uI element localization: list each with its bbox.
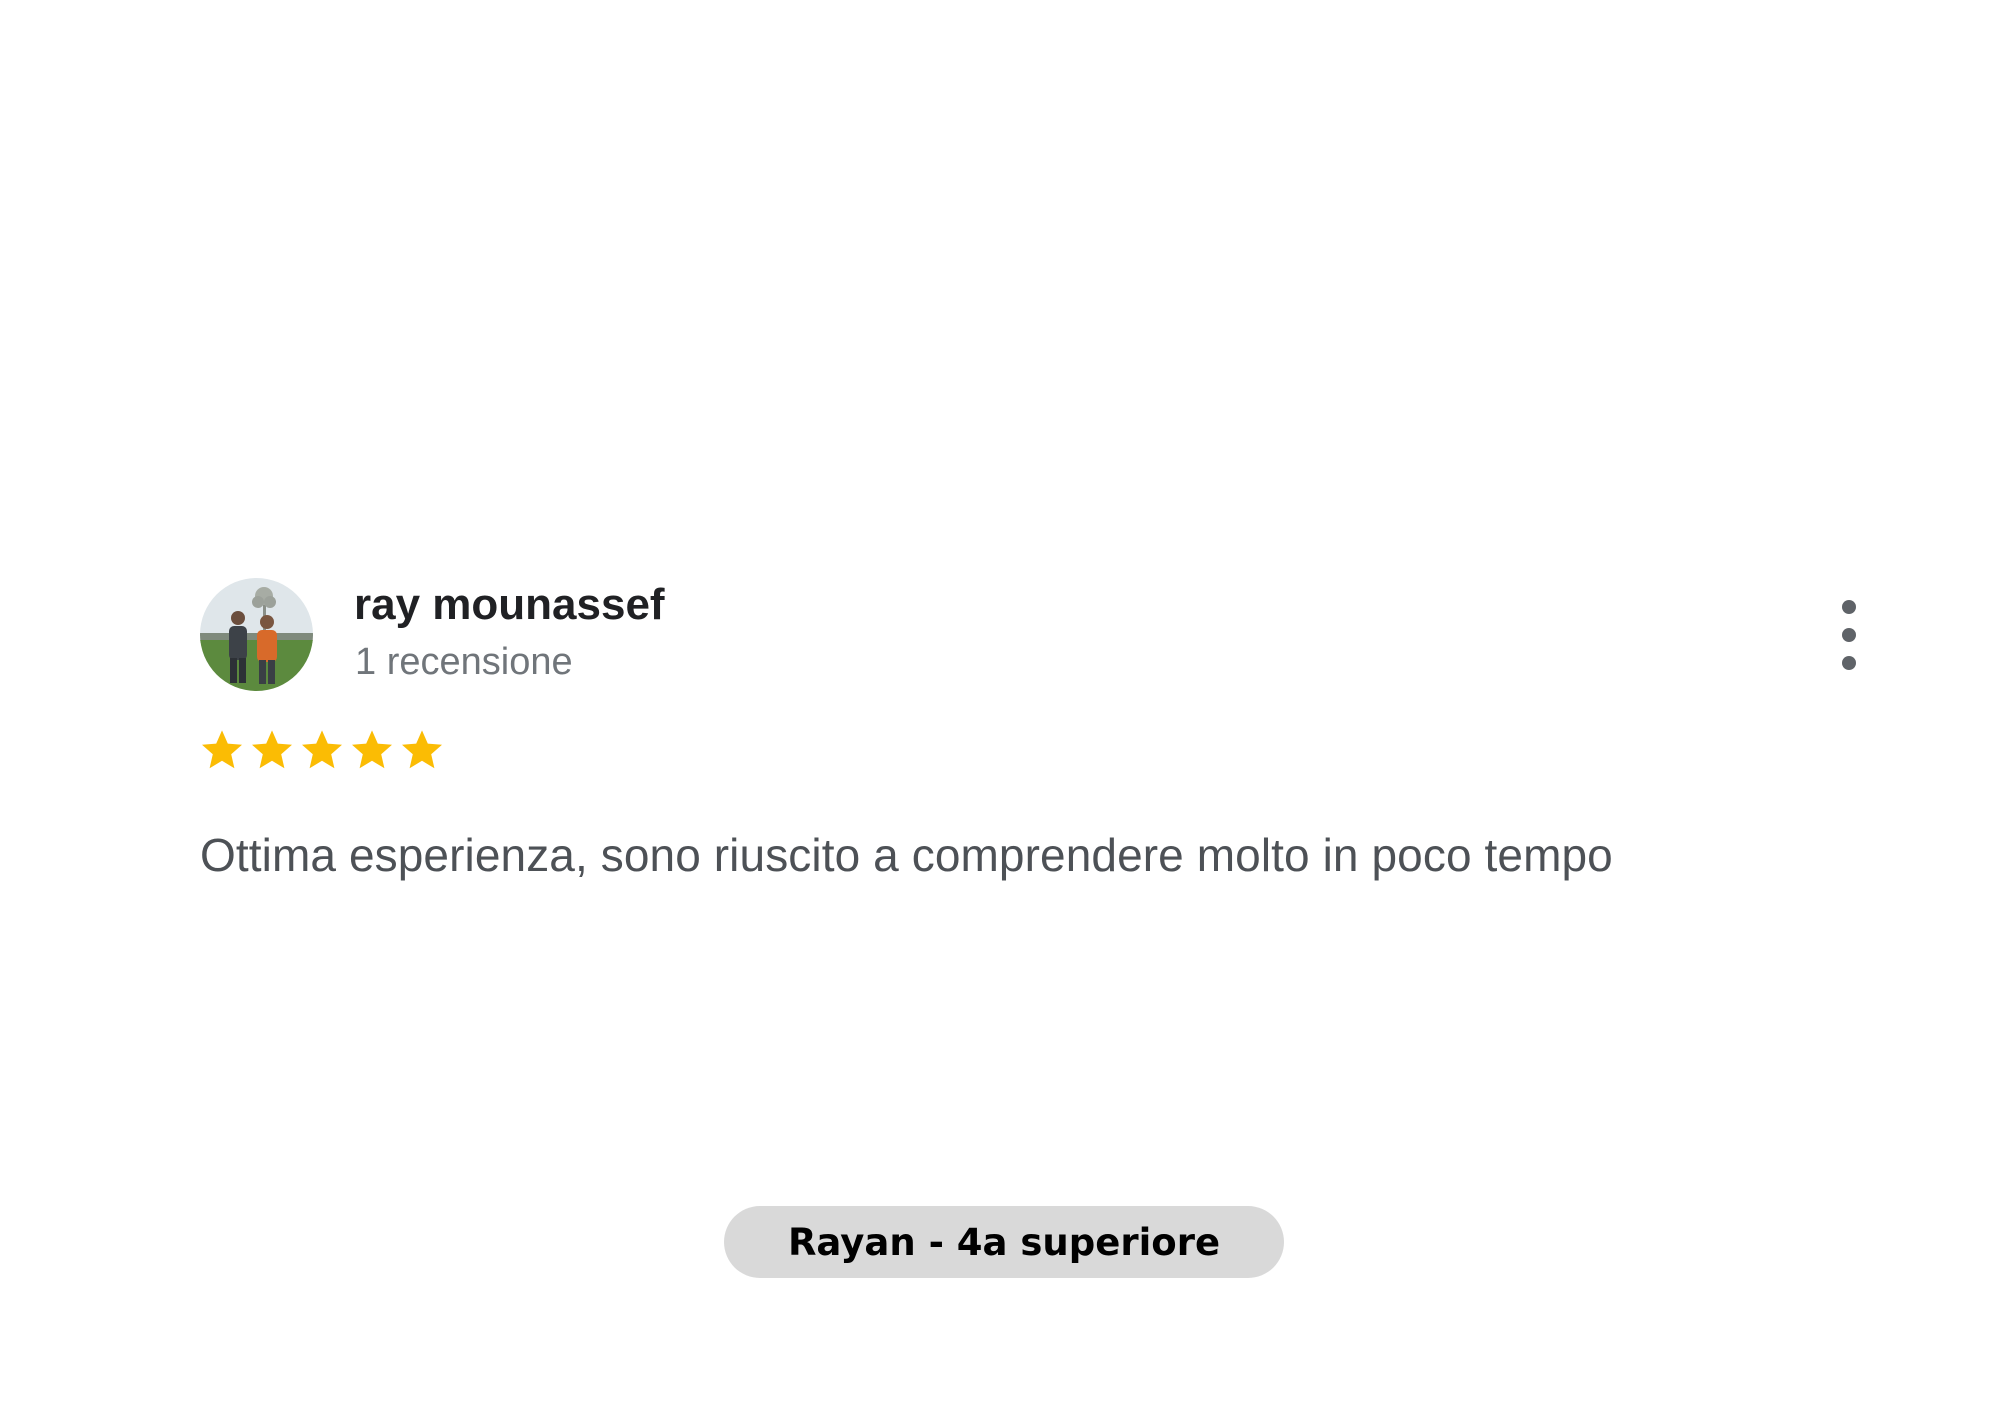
star-icon — [302, 730, 342, 769]
more-options-button[interactable] — [1830, 600, 1868, 670]
star-icon — [402, 730, 442, 769]
caption-label: Rayan - 4a superiore — [787, 1220, 1221, 1264]
review-text: Ottima esperienza, sono riuscito a compr… — [200, 829, 1613, 881]
star-icon — [352, 730, 392, 769]
star-icon — [252, 730, 292, 769]
review-count[interactable]: 1 recensione — [355, 641, 573, 684]
more-vert-icon-dot — [1842, 656, 1856, 670]
avatar-photo — [200, 578, 313, 691]
star-rating — [198, 726, 446, 774]
reviewer-name[interactable]: ray mounassef — [354, 580, 665, 630]
more-vert-icon-dot — [1842, 628, 1856, 642]
more-vert-icon — [1842, 600, 1856, 614]
avatar[interactable] — [200, 578, 313, 691]
caption-pill: Rayan - 4a superiore — [724, 1206, 1284, 1278]
star-icon — [202, 730, 242, 769]
